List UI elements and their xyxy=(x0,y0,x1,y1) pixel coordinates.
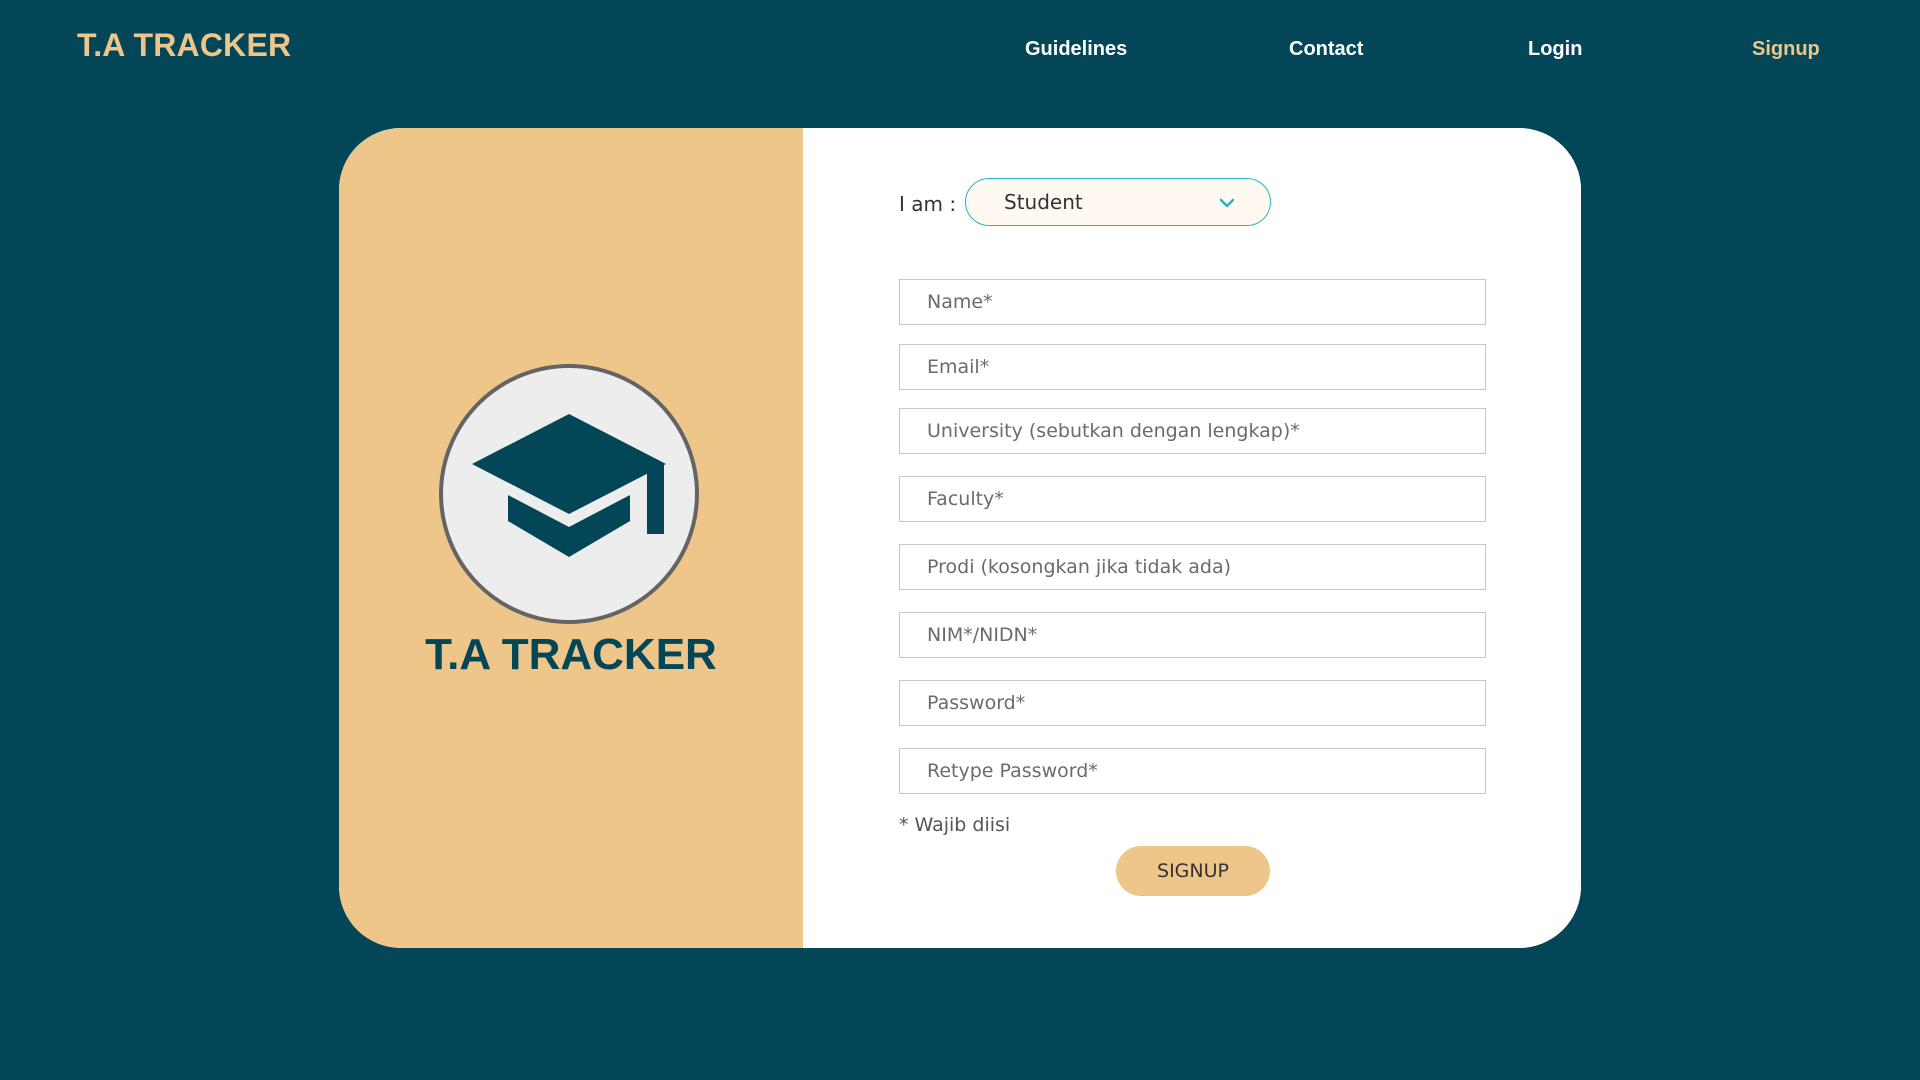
retype-password-field[interactable] xyxy=(899,748,1486,794)
email-input[interactable] xyxy=(900,345,1485,389)
logo-badge xyxy=(439,364,699,624)
branding-panel: T.A TRACKER xyxy=(339,128,803,948)
nim-field[interactable] xyxy=(899,612,1486,658)
role-label: I am : xyxy=(899,192,957,216)
university-input[interactable] xyxy=(900,409,1485,453)
nim-input[interactable] xyxy=(900,613,1485,657)
prodi-field[interactable] xyxy=(899,544,1486,590)
nav-login[interactable]: Login xyxy=(1528,38,1582,61)
signup-button[interactable]: SIGNUP xyxy=(1116,846,1270,896)
role-select-value: Student xyxy=(1004,190,1083,214)
signup-card: T.A TRACKER I am : Student Name* Email* … xyxy=(339,128,1581,948)
signup-page: T.A TRACKER Guidelines Contact Login Sig… xyxy=(0,0,1920,1080)
faculty-field[interactable] xyxy=(899,476,1486,522)
name-field[interactable] xyxy=(899,279,1486,325)
faculty-input[interactable] xyxy=(900,477,1485,521)
prodi-input[interactable] xyxy=(900,545,1485,589)
brand-logo[interactable]: T.A TRACKER xyxy=(77,27,291,64)
logo-title: T.A TRACKER xyxy=(425,630,717,679)
password-field[interactable] xyxy=(899,680,1486,726)
required-note: * Wajib diisi xyxy=(899,814,1011,836)
chevron-down-icon xyxy=(1219,198,1235,208)
nav-guidelines[interactable]: Guidelines xyxy=(1025,38,1127,61)
nav-contact[interactable]: Contact xyxy=(1289,38,1363,61)
university-field[interactable] xyxy=(899,408,1486,454)
name-input[interactable] xyxy=(900,280,1485,324)
retype-password-input[interactable] xyxy=(900,749,1485,793)
signup-form: I am : Student Name* Email* University (… xyxy=(803,128,1581,948)
email-field[interactable] xyxy=(899,344,1486,390)
password-input[interactable] xyxy=(900,681,1485,725)
role-select[interactable]: Student xyxy=(965,178,1271,226)
graduation-cap-icon xyxy=(472,414,666,557)
nav-signup[interactable]: Signup xyxy=(1752,38,1820,61)
